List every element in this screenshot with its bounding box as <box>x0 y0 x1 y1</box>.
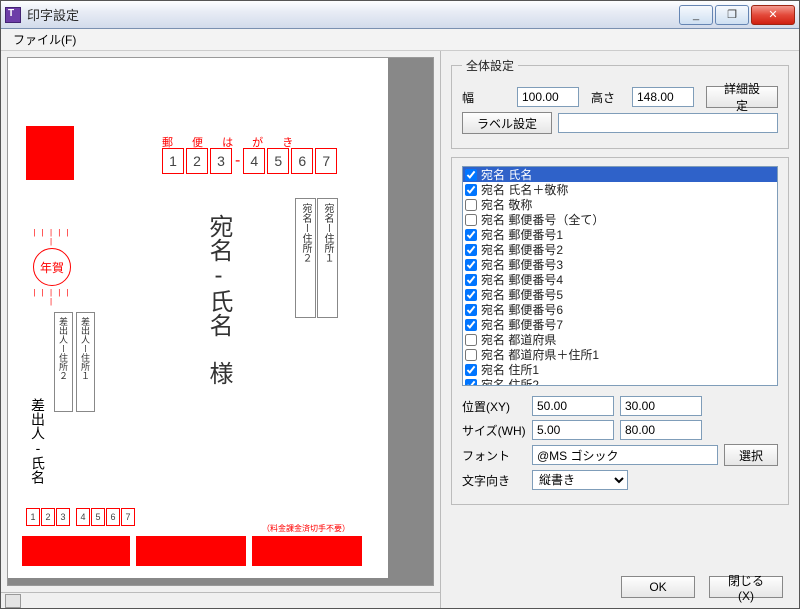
field-item[interactable]: 宛名 郵便番号2 <box>463 242 777 257</box>
field-checkbox[interactable] <box>465 349 477 361</box>
postcard-preview: 郵 便 は が き 1 2 3 - 4 5 6 7 | | | | | <box>8 58 388 578</box>
field-checkbox[interactable] <box>465 379 477 387</box>
field-checkbox[interactable] <box>465 229 477 241</box>
postal-row: 1 2 3 - 4 5 6 7 <box>162 148 337 174</box>
h-scrollbar[interactable] <box>1 592 440 608</box>
field-label: 宛名 住所2 <box>481 376 539 386</box>
addr1-field[interactable]: 宛名ー住所１ <box>317 198 338 318</box>
pos-y-input[interactable] <box>620 396 702 416</box>
label-text-input[interactable] <box>558 113 778 133</box>
width-label: 幅 <box>462 89 511 106</box>
field-item[interactable]: 宛名 郵便番号1 <box>463 227 777 242</box>
size-h-input[interactable] <box>620 420 702 440</box>
sender-postal-row: 1 2 3 4 5 6 7 <box>26 508 135 526</box>
font-input[interactable] <box>532 445 718 465</box>
postal-small-box: 3 <box>56 508 70 526</box>
field-item[interactable]: 宛名 郵便番号3 <box>463 257 777 272</box>
field-settings: 宛名 氏名宛名 氏名＋敬称宛名 敬称宛名 郵便番号（全て）宛名 郵便番号1宛名 … <box>451 157 789 505</box>
field-item[interactable]: 宛名 氏名 <box>463 167 777 182</box>
field-checkbox[interactable] <box>465 184 477 196</box>
field-item[interactable]: 宛名 郵便番号4 <box>463 272 777 287</box>
field-item[interactable]: 宛名 郵便番号（全て） <box>463 212 777 227</box>
red-bars <box>22 536 362 566</box>
font-label: フォント <box>462 447 526 464</box>
detail-settings-button[interactable]: 詳細設定 <box>706 86 778 108</box>
field-checkbox[interactable] <box>465 364 477 376</box>
overall-legend: 全体設定 <box>462 57 518 74</box>
close-button[interactable]: ✕ <box>751 5 795 25</box>
field-item[interactable]: 宛名 住所2 <box>463 377 777 386</box>
minimize-button[interactable]: _ <box>679 5 713 25</box>
overall-settings: 全体設定 幅 高さ 詳細設定 ラベル設定 <box>451 57 789 149</box>
field-checkbox[interactable] <box>465 214 477 226</box>
label-settings-button[interactable]: ラベル設定 <box>462 112 552 134</box>
field-item[interactable]: 宛名 都道府県＋住所1 <box>463 347 777 362</box>
field-listbox[interactable]: 宛名 氏名宛名 氏名＋敬称宛名 敬称宛名 郵便番号（全て）宛名 郵便番号1宛名 … <box>462 166 778 386</box>
direction-select[interactable]: 縦書き <box>532 470 628 490</box>
field-checkbox[interactable] <box>465 199 477 211</box>
direction-label: 文字向き <box>462 472 526 489</box>
width-input[interactable] <box>517 87 579 107</box>
size-w-input[interactable] <box>532 420 614 440</box>
field-checkbox[interactable] <box>465 169 477 181</box>
field-checkbox[interactable] <box>465 289 477 301</box>
postal-box: 3 <box>210 148 232 174</box>
font-select-button[interactable]: 選択 <box>724 444 778 466</box>
postal-small-box: 1 <box>26 508 40 526</box>
postal-box: 2 <box>186 148 208 174</box>
field-checkbox[interactable] <box>465 259 477 271</box>
postal-dash: - <box>234 148 241 174</box>
window-title: 印字設定 <box>27 5 679 24</box>
height-label: 高さ <box>591 89 626 106</box>
titlebar: 印字設定 _ ❐ ✕ <box>1 1 799 29</box>
field-item[interactable]: 宛名 郵便番号6 <box>463 302 777 317</box>
recipient-name-field[interactable]: 宛名‐氏名 様 <box>199 210 238 440</box>
app-icon <box>5 7 21 23</box>
field-checkbox[interactable] <box>465 334 477 346</box>
postal-small-box: 5 <box>91 508 105 526</box>
stamp-area <box>26 126 74 180</box>
field-item[interactable]: 宛名 氏名＋敬称 <box>463 182 777 197</box>
field-checkbox[interactable] <box>465 304 477 316</box>
postal-box: 6 <box>291 148 313 174</box>
field-checkbox[interactable] <box>465 274 477 286</box>
field-item[interactable]: 宛名 都道府県 <box>463 332 777 347</box>
menu-file[interactable]: ファイル(F) <box>7 29 82 50</box>
field-item[interactable]: 宛名 郵便番号7 <box>463 317 777 332</box>
postal-box: 1 <box>162 148 184 174</box>
postal-small-box: 7 <box>121 508 135 526</box>
pos-x-input[interactable] <box>532 396 614 416</box>
postal-box: 5 <box>267 148 289 174</box>
nenka-stamp: | | | | | | 年賀 | | | | | | <box>30 228 74 306</box>
field-checkbox[interactable] <box>465 244 477 256</box>
field-item[interactable]: 宛名 敬称 <box>463 197 777 212</box>
maximize-button[interactable]: ❐ <box>715 5 749 25</box>
menubar: ファイル(F) <box>1 29 799 51</box>
sender-name-field[interactable]: 差出人‐氏名 <box>28 398 48 484</box>
postal-small-box: 6 <box>106 508 120 526</box>
size-label: サイズ(WH) <box>462 422 526 439</box>
pos-label: 位置(XY) <box>462 398 526 415</box>
field-checkbox[interactable] <box>465 319 477 331</box>
ok-button[interactable]: OK <box>621 576 695 598</box>
preview-canvas: 郵 便 は が き 1 2 3 - 4 5 6 7 | | | | | <box>7 57 434 586</box>
postal-box: 7 <box>315 148 337 174</box>
addr2-field[interactable]: 宛名ー住所２ <box>295 198 316 318</box>
field-item[interactable]: 宛名 郵便番号5 <box>463 287 777 302</box>
postal-small-box: 2 <box>41 508 55 526</box>
close-dialog-button[interactable]: 閉じる(X) <box>709 576 783 598</box>
app-window: 印字設定 _ ❐ ✕ ファイル(F) 郵 便 は が き 1 2 3 <box>0 0 800 609</box>
postal-box: 4 <box>243 148 265 174</box>
footer-note: （料金課金済切手不要） <box>262 523 350 534</box>
postal-small-box: 4 <box>76 508 90 526</box>
sender-addr2-field[interactable]: 差出人ー住所２ <box>54 312 73 412</box>
sender-addr1-field[interactable]: 差出人ー住所１ <box>76 312 95 412</box>
field-item[interactable]: 宛名 住所1 <box>463 362 777 377</box>
height-input[interactable] <box>632 87 694 107</box>
